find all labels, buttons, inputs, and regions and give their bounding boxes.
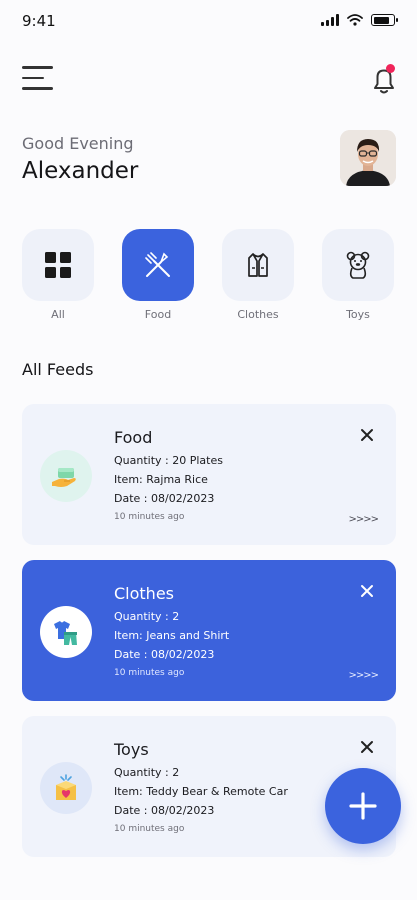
grid-icon — [45, 252, 71, 278]
feed-time: 10 minutes ago — [114, 512, 185, 522]
category-all[interactable]: All — [22, 229, 94, 321]
close-button[interactable] — [358, 738, 376, 756]
feed-quantity: Quantity : 2 — [114, 766, 180, 779]
avatar[interactable] — [340, 130, 396, 186]
greeting-text: Good Evening — [22, 134, 134, 153]
status-bar: 9:41 — [0, 0, 417, 44]
wifi-icon — [347, 14, 363, 26]
menu-button[interactable] — [22, 66, 54, 94]
category-toys[interactable]: Toys — [322, 229, 394, 321]
fork-knife-icon — [145, 252, 170, 277]
vest-icon — [248, 253, 268, 277]
feed-time: 10 minutes ago — [114, 824, 185, 834]
user-name: Alexander — [22, 158, 139, 184]
plus-icon — [349, 792, 377, 820]
feed-title: Clothes — [114, 584, 174, 603]
feed-time: 10 minutes ago — [114, 668, 185, 678]
feed-title: Toys — [114, 740, 149, 759]
category-food[interactable]: Food — [122, 229, 194, 321]
category-toys-tile[interactable] — [322, 229, 394, 301]
close-icon — [361, 429, 373, 441]
category-label: All — [51, 308, 65, 321]
cellular-signal-icon — [321, 14, 339, 26]
shirt-jeans-icon — [54, 621, 77, 645]
category-label: Food — [144, 308, 172, 321]
feed-card-food[interactable]: Food Quantity : 20 Plates Item: Rajma Ri… — [22, 404, 396, 545]
category-label: Clothes — [237, 308, 279, 321]
category-label: Toys — [346, 308, 370, 321]
hamburger-line — [22, 76, 44, 79]
close-icon — [361, 741, 373, 753]
feed-date: Date : 08/02/2023 — [114, 492, 215, 505]
feed-date: Date : 08/02/2023 — [114, 648, 215, 661]
feed-title: Food — [114, 428, 153, 447]
notification-button[interactable] — [366, 62, 402, 98]
battery-icon — [371, 14, 398, 26]
close-button[interactable] — [358, 582, 376, 600]
feed-item: Item: Jeans and Shirt — [114, 629, 230, 642]
category-bar: All Food Clothes Toys — [22, 229, 396, 329]
status-time: 9:41 — [22, 12, 56, 30]
category-clothes-tile[interactable] — [222, 229, 294, 301]
feed-quantity: Quantity : 20 Plates — [114, 454, 223, 467]
feed-item: Item: Teddy Bear & Remote Car — [114, 785, 288, 798]
chevrons-right-icon[interactable]: >>>> — [348, 514, 378, 525]
category-all-tile[interactable] — [22, 229, 94, 301]
feeds-section-title: All Feeds — [22, 360, 94, 379]
notification-dot — [386, 64, 395, 73]
add-button[interactable] — [325, 768, 401, 844]
category-food-tile[interactable] — [122, 229, 194, 301]
teddy-bear-icon — [346, 251, 370, 279]
food-bowl-icon — [52, 468, 76, 487]
gift-box-icon — [56, 774, 76, 800]
feed-icon-wrapper — [40, 762, 92, 814]
chevrons-right-icon[interactable]: >>>> — [348, 670, 378, 681]
feed-icon-wrapper — [40, 606, 92, 658]
feed-quantity: Quantity : 2 — [114, 610, 180, 623]
feed-card-clothes[interactable]: Clothes Quantity : 2 Item: Jeans and Shi… — [22, 560, 396, 701]
feed-item: Item: Rajma Rice — [114, 473, 208, 486]
close-button[interactable] — [358, 426, 376, 444]
status-icons — [321, 14, 398, 26]
hamburger-line — [22, 66, 53, 69]
category-clothes[interactable]: Clothes — [222, 229, 294, 321]
user-photo — [340, 130, 396, 186]
feed-icon-wrapper — [40, 450, 92, 502]
bell-icon — [374, 64, 395, 94]
close-icon — [361, 585, 373, 597]
feed-date: Date : 08/02/2023 — [114, 804, 215, 817]
hamburger-line — [22, 87, 53, 90]
